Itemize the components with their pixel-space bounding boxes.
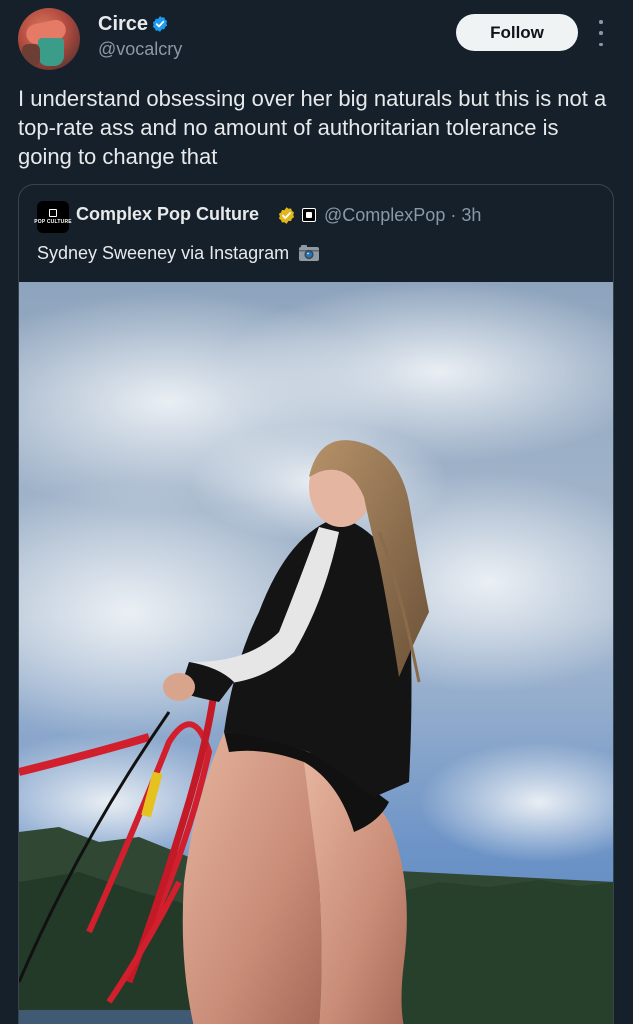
quoted-tweet[interactable]: POP CULTURE Complex Pop Culture @Complex… (18, 184, 614, 1024)
author-display-name[interactable]: Circe (98, 13, 148, 36)
dot (599, 20, 603, 24)
author-handle[interactable]: @vocalcry (98, 39, 182, 60)
quote-handle-time: @ComplexPop · 3h (324, 205, 481, 226)
separator: · (450, 205, 457, 225)
camera-icon (299, 245, 320, 261)
photo-image[interactable] (19, 282, 614, 1024)
avatar-shape (38, 38, 64, 66)
follow-button[interactable]: Follow (456, 14, 578, 51)
quote-avatar[interactable]: POP CULTURE (34, 201, 72, 233)
quote-text-line: Sydney Sweeney via Instagram (37, 243, 320, 264)
quote-text: Sydney Sweeney via Instagram (37, 243, 290, 263)
logo-mark (49, 209, 57, 217)
author-avatar[interactable] (18, 8, 80, 70)
avatar-shape (22, 44, 40, 66)
more-vertical-icon[interactable] (592, 20, 610, 46)
affiliate-badge-icon (302, 208, 316, 222)
verified-badge-icon (152, 16, 168, 32)
quote-handle[interactable]: @ComplexPop (324, 205, 445, 225)
quote-time[interactable]: 3h (461, 205, 481, 225)
dot (599, 31, 603, 35)
gold-verified-badge-icon (278, 207, 295, 224)
tweet-text: I understand obsessing over her big natu… (18, 86, 607, 169)
quote-display-name[interactable]: Complex Pop Culture (76, 204, 259, 225)
avatar-logo-text: POP CULTURE (34, 219, 72, 225)
tweet-post: Circe @vocalcry Follow I understand obse… (0, 0, 633, 1024)
dot (599, 42, 603, 46)
